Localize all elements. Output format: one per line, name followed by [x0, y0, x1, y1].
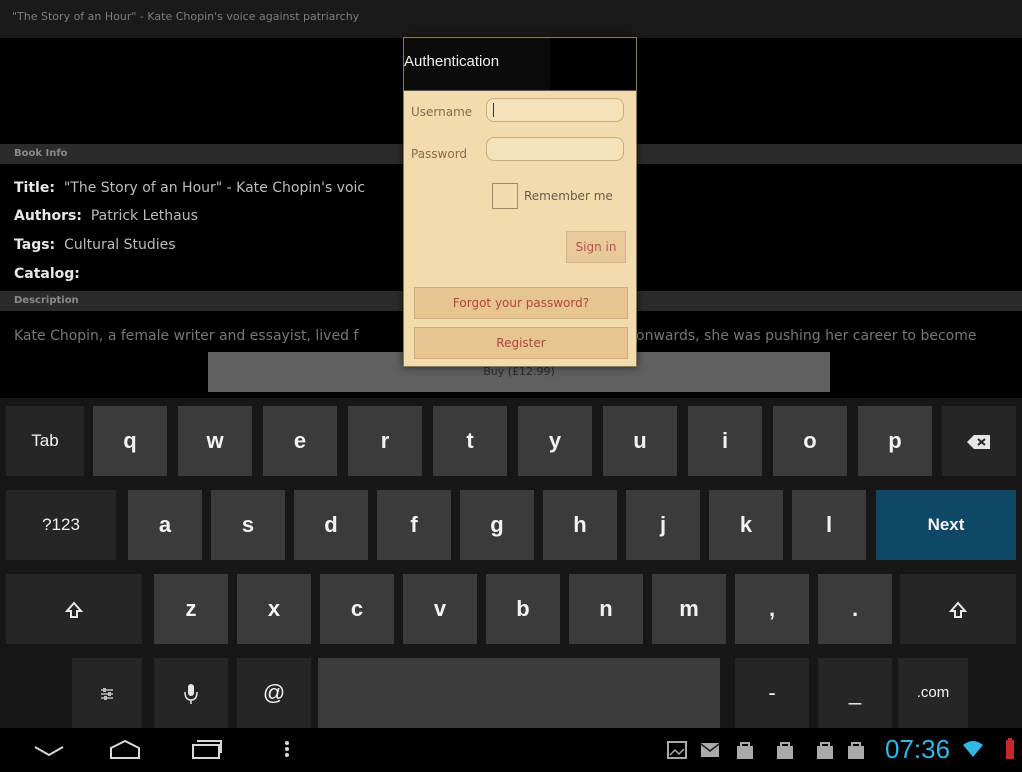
key-c[interactable]: c — [320, 574, 394, 644]
voice-input-key[interactable] — [154, 658, 228, 728]
soft-keyboard: Tab q w e r t y u i o p ?123 a s d f g h… — [0, 398, 1022, 728]
home-icon[interactable] — [108, 738, 142, 760]
key-i[interactable]: i — [688, 406, 762, 476]
key-b[interactable]: b — [486, 574, 560, 644]
description-header-label: Description — [14, 295, 79, 306]
screenshot-notification-icon[interactable] — [667, 741, 687, 759]
key-r[interactable]: r — [348, 406, 422, 476]
tags-label: Tags: — [14, 237, 56, 253]
window-title: "The Story of an Hour" - Kate Chopin's v… — [12, 10, 360, 23]
key-h[interactable]: h — [543, 490, 617, 560]
key-at[interactable]: @ — [237, 658, 311, 728]
key-t[interactable]: t — [433, 406, 507, 476]
key-j[interactable]: j — [626, 490, 700, 560]
shift-icon — [64, 600, 84, 618]
username-label: Username — [411, 105, 473, 119]
settings-key[interactable] — [72, 658, 142, 728]
backspace-key[interactable] — [942, 406, 1016, 476]
key-p[interactable]: p — [858, 406, 932, 476]
authors-row: Authors: Patrick Lethaus — [14, 208, 198, 224]
key-u[interactable]: u — [603, 406, 677, 476]
text-caret — [493, 103, 494, 117]
key-symbols[interactable]: ?123 — [6, 490, 116, 560]
key-e[interactable]: e — [263, 406, 337, 476]
key-a[interactable]: a — [128, 490, 202, 560]
key-m[interactable]: m — [652, 574, 726, 644]
key-n[interactable]: n — [569, 574, 643, 644]
title-label: Title: — [14, 180, 55, 196]
key-period[interactable]: . — [818, 574, 892, 644]
description-text-left: Kate Chopin, a female writer and essayis… — [14, 328, 359, 344]
catalog-row: Catalog: — [14, 266, 80, 282]
clock[interactable]: 07:36 — [885, 734, 950, 765]
microphone-icon — [184, 683, 198, 704]
key-l[interactable]: l — [792, 490, 866, 560]
key-w[interactable]: w — [178, 406, 252, 476]
recent-apps-icon[interactable] — [190, 738, 224, 760]
title-row: Title: "The Story of an Hour" - Kate Cho… — [14, 180, 365, 196]
description-text-right: onwards, she was pushing her career to b… — [636, 328, 977, 344]
password-label: Password — [411, 147, 468, 161]
title-value: "The Story of an Hour" - Kate Chopin's v… — [63, 180, 366, 196]
key-x[interactable]: x — [237, 574, 311, 644]
authentication-dialog: Authentication Username Password Remembe… — [403, 37, 637, 367]
backspace-icon — [967, 434, 990, 449]
catalog-label: Catalog: — [14, 266, 80, 282]
forgot-password-button[interactable]: Forgot your password? — [414, 287, 628, 319]
remember-me-checkbox[interactable] — [492, 183, 518, 209]
dialog-title-tab: Authentication — [404, 38, 550, 90]
shopping-bag-icon[interactable] — [735, 740, 755, 760]
authors-value[interactable]: Patrick Lethaus — [91, 208, 198, 224]
key-v[interactable]: v — [403, 574, 477, 644]
hide-keyboard-icon[interactable] — [32, 744, 66, 758]
dialog-title: Authentication — [404, 53, 500, 70]
sign-in-button[interactable]: Sign in — [566, 231, 626, 263]
shopping-bag-icon[interactable] — [775, 740, 795, 760]
key-dotcom[interactable]: .com — [898, 658, 968, 728]
menu-overflow-icon[interactable] — [284, 740, 290, 758]
title-bar: "The Story of an Hour" - Kate Chopin's v… — [0, 0, 1022, 38]
key-s[interactable]: s — [211, 490, 285, 560]
tags-row: Tags: Cultural Studies — [14, 237, 176, 253]
shift-left-key[interactable] — [6, 574, 142, 644]
key-tab[interactable]: Tab — [6, 406, 84, 476]
password-input[interactable] — [486, 137, 624, 161]
shift-icon — [948, 600, 968, 618]
key-underscore[interactable]: _ — [818, 658, 892, 728]
book-info-header-label: Book Info — [14, 148, 68, 159]
system-navigation-bar: 07:36 — [0, 728, 1022, 772]
key-d[interactable]: d — [294, 490, 368, 560]
key-comma[interactable]: , — [735, 574, 809, 644]
authors-label: Authors: — [14, 208, 82, 224]
key-f[interactable]: f — [377, 490, 451, 560]
key-k[interactable]: k — [709, 490, 783, 560]
settings-sliders-icon — [101, 687, 113, 700]
key-next[interactable]: Next — [876, 490, 1016, 560]
shopping-bag-icon[interactable] — [815, 740, 835, 760]
battery-low-icon — [1006, 738, 1014, 759]
key-z[interactable]: z — [154, 574, 228, 644]
shopping-bag-icon[interactable] — [846, 740, 866, 760]
register-button[interactable]: Register — [414, 327, 628, 359]
space-bar[interactable] — [318, 658, 720, 728]
key-q[interactable]: q — [93, 406, 167, 476]
email-notification-icon[interactable] — [700, 741, 720, 759]
tags-value[interactable]: Cultural Studies — [64, 237, 176, 253]
wifi-icon — [963, 741, 983, 757]
key-dash[interactable]: - — [735, 658, 809, 728]
key-o[interactable]: o — [773, 406, 847, 476]
remember-me-label[interactable]: Remember me — [524, 189, 613, 203]
key-y[interactable]: y — [518, 406, 592, 476]
key-g[interactable]: g — [460, 490, 534, 560]
dialog-title-bar: Authentication — [404, 38, 636, 91]
shift-right-key[interactable] — [900, 574, 1016, 644]
username-input[interactable] — [486, 98, 624, 122]
